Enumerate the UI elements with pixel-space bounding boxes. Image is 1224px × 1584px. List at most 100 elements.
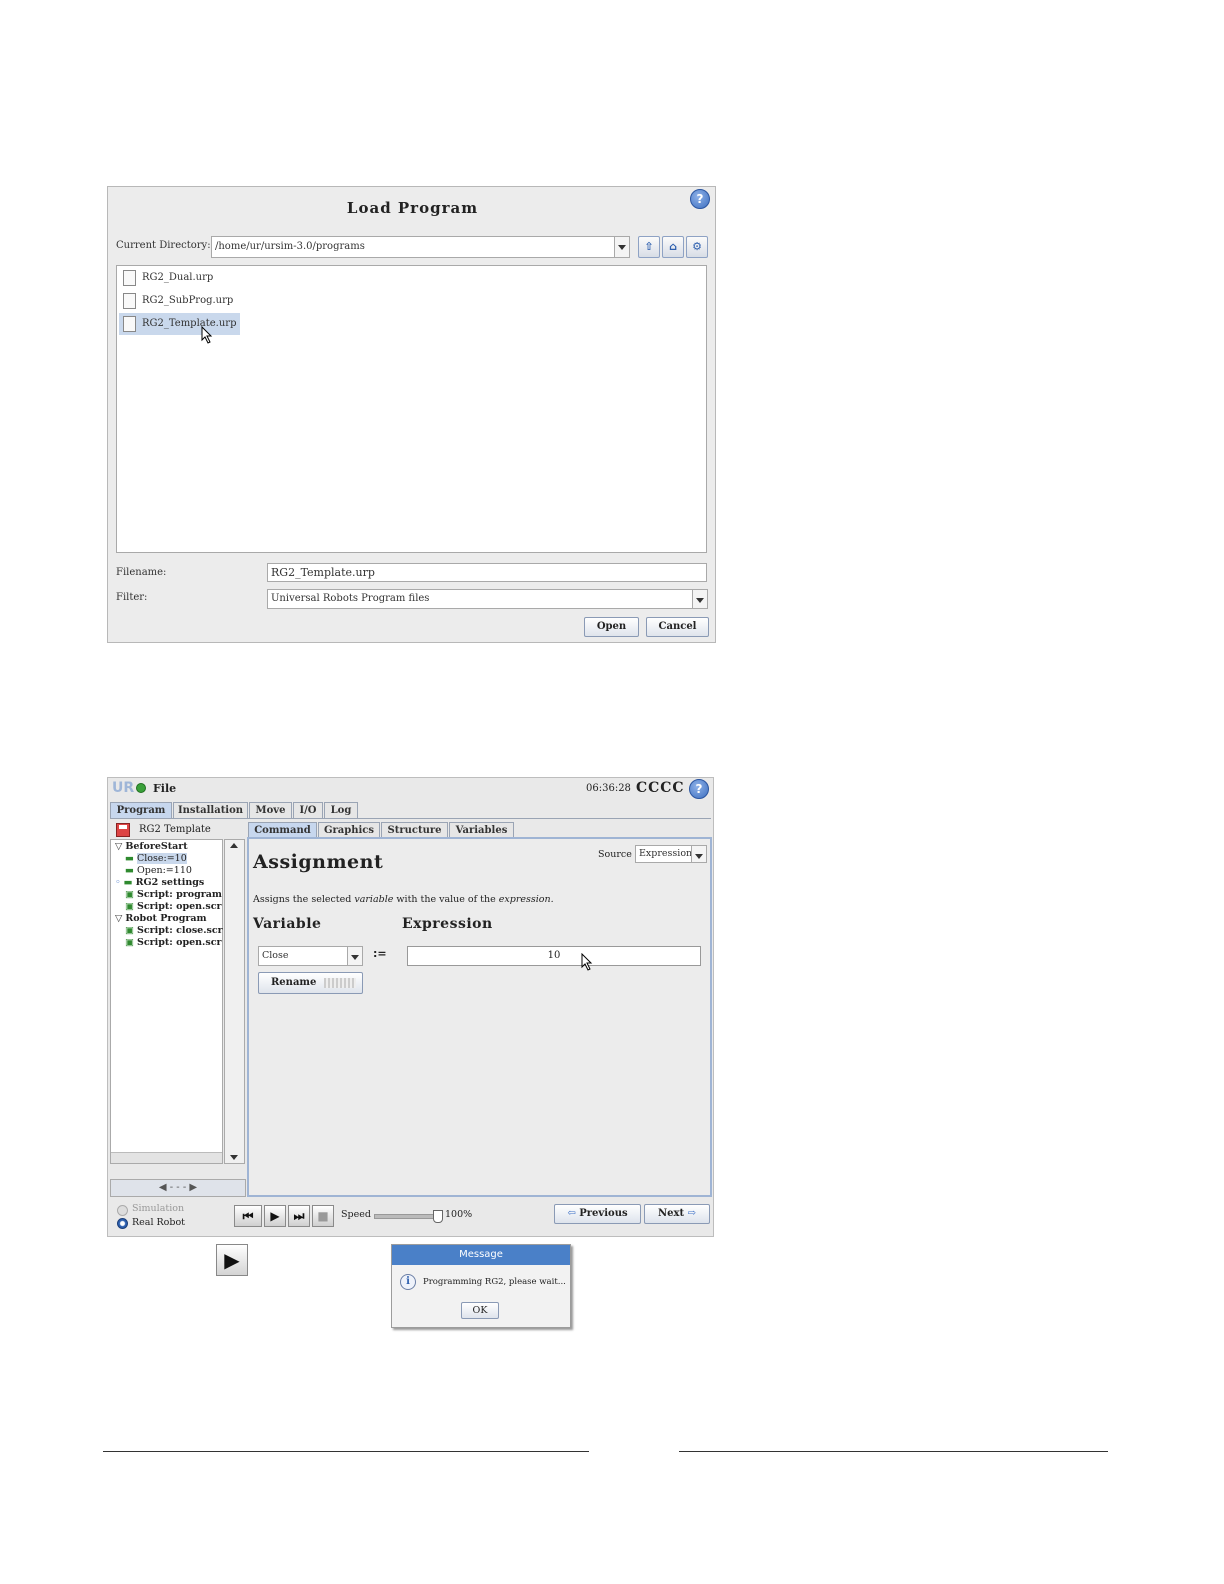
save-icon[interactable] bbox=[116, 823, 130, 837]
filter-label: Filter: bbox=[116, 592, 148, 603]
filename-input[interactable]: RG2_Template.urp bbox=[267, 563, 707, 582]
variable-value: Close bbox=[262, 950, 289, 961]
play-button[interactable]: ▶ bbox=[216, 1244, 248, 1276]
file-item[interactable]: RG2_Dual.urp bbox=[119, 267, 217, 289]
tab-graphics[interactable]: Graphics bbox=[318, 822, 380, 838]
file-item[interactable]: RG2_SubProg.urp bbox=[119, 290, 237, 312]
stop-button[interactable]: ■ bbox=[312, 1205, 334, 1227]
file-name: RG2_Template.urp bbox=[142, 318, 237, 329]
up-arrow-icon: ⇧ bbox=[644, 240, 654, 253]
dialog-title: Load Program bbox=[346, 199, 479, 217]
current-directory-value: /home/ur/ursim-3.0/programs bbox=[215, 241, 365, 252]
real-robot-radio[interactable] bbox=[117, 1218, 128, 1229]
cancel-button[interactable]: Cancel bbox=[646, 617, 709, 637]
help-icon[interactable]: ? bbox=[689, 779, 709, 799]
tree-item-beforestart[interactable]: ▽ BeforeStart bbox=[115, 841, 188, 853]
ok-button[interactable]: OK bbox=[461, 1302, 499, 1319]
file-list[interactable]: RG2_Dual.urp RG2_SubProg.urp RG2_Templat… bbox=[116, 265, 707, 553]
tab-program[interactable]: Program bbox=[110, 802, 172, 818]
file-name: RG2_SubProg.urp bbox=[142, 295, 234, 306]
expression-heading: Expression bbox=[402, 916, 493, 932]
expression-input[interactable]: 10 bbox=[407, 946, 701, 966]
settings-button[interactable]: ⚙ bbox=[686, 236, 708, 258]
tab-variables[interactable]: Variables bbox=[449, 822, 514, 838]
open-button[interactable]: Open bbox=[584, 617, 639, 637]
panel-toggle-button[interactable]: ◀ - - - ▶ bbox=[110, 1179, 246, 1197]
tree-item-rg2-settings[interactable]: ◦ ▬ RG2 settings bbox=[115, 877, 204, 889]
tree-item-script[interactable]: ▣ Script: program bbox=[125, 889, 222, 901]
help-icon[interactable]: ? bbox=[690, 189, 710, 209]
tab-move[interactable]: Move bbox=[249, 802, 292, 818]
chevron-down-icon[interactable] bbox=[347, 947, 362, 965]
filter-value: Universal Robots Program files bbox=[271, 593, 430, 604]
filename-label: Filename: bbox=[116, 567, 167, 578]
file-item-selected[interactable]: RG2_Template.urp bbox=[119, 313, 241, 335]
assignment-heading: Assignment bbox=[253, 851, 384, 873]
tree-item-script[interactable]: ▣ Script: open.scr bbox=[125, 901, 221, 913]
chevron-down-icon[interactable] bbox=[614, 237, 629, 257]
previous-button[interactable]: ⇦ Previous bbox=[554, 1204, 641, 1224]
mouse-cursor-icon bbox=[581, 953, 593, 971]
polyscope-window: UR File 06:36:28 CCCC ? Program Installa… bbox=[107, 777, 714, 1237]
filter-select[interactable]: Universal Robots Program files bbox=[267, 589, 708, 609]
real-robot-label: Real Robot bbox=[132, 1217, 185, 1228]
message-dialog: Message i Programming RG2, please wait..… bbox=[391, 1244, 571, 1328]
scroll-down-icon bbox=[230, 1155, 238, 1160]
tree-item-robot-program[interactable]: ▽ Robot Program bbox=[115, 913, 207, 925]
current-directory-combo[interactable]: /home/ur/ursim-3.0/programs bbox=[211, 236, 630, 258]
vertical-scrollbar[interactable] bbox=[224, 839, 245, 1164]
speed-label: Speed bbox=[341, 1209, 371, 1220]
tree-item-script[interactable]: ▣ Script: open.scr bbox=[125, 937, 221, 949]
message-text: Programming RG2, please wait... bbox=[423, 1277, 566, 1287]
command-panel: Assignment Source Expression Assigns the… bbox=[247, 837, 712, 1197]
tab-io[interactable]: I/O bbox=[293, 802, 323, 818]
tree-item-close-assign[interactable]: ▬ Close:=10 bbox=[125, 853, 187, 865]
divider-line bbox=[679, 1451, 1108, 1452]
speed-slider[interactable] bbox=[374, 1210, 443, 1223]
source-value: Expression bbox=[639, 848, 693, 859]
keyboard-icon bbox=[323, 977, 356, 988]
load-program-dialog: Load Program ? Current Directory: /home/… bbox=[107, 186, 716, 643]
simulation-radio[interactable] bbox=[117, 1205, 128, 1216]
tab-installation[interactable]: Installation bbox=[173, 802, 248, 818]
play-button[interactable]: ▶ bbox=[264, 1205, 286, 1227]
tab-divider bbox=[110, 818, 711, 819]
tab-structure[interactable]: Structure bbox=[381, 822, 448, 838]
speed-slider-thumb[interactable] bbox=[433, 1210, 443, 1223]
next-button[interactable]: Next ⇨ bbox=[644, 1204, 710, 1224]
horizontal-scrollbar[interactable] bbox=[111, 1152, 222, 1163]
arrow-right-icon: ⇨ bbox=[687, 1208, 696, 1219]
tab-log[interactable]: Log bbox=[324, 802, 358, 818]
step-button[interactable]: ⏭ bbox=[288, 1205, 310, 1227]
file-name: RG2_Dual.urp bbox=[142, 272, 214, 283]
status-led-icon bbox=[136, 783, 146, 793]
gear-icon: ⚙ bbox=[692, 240, 702, 253]
variable-select[interactable]: Close bbox=[258, 946, 363, 966]
current-directory-label: Current Directory: bbox=[116, 240, 211, 251]
mouse-cursor-icon bbox=[201, 326, 213, 344]
rewind-button[interactable]: ⏮ bbox=[234, 1205, 262, 1227]
chevron-down-icon[interactable] bbox=[692, 590, 707, 608]
variable-heading: Variable bbox=[253, 916, 322, 932]
simulation-label: Simulation bbox=[132, 1203, 185, 1214]
assignment-description: Assigns the selected variable with the v… bbox=[253, 894, 554, 905]
file-menu[interactable]: File bbox=[153, 782, 176, 795]
program-tree[interactable]: ▽ BeforeStart ▬ Close:=10 ▬ Open:=110 ◦ … bbox=[110, 839, 223, 1164]
robot-name: CCCC bbox=[636, 780, 685, 796]
up-directory-button[interactable]: ⇧ bbox=[638, 236, 660, 258]
divider-line bbox=[103, 1451, 589, 1452]
rename-button[interactable]: Rename bbox=[258, 972, 363, 994]
home-directory-button[interactable]: ⌂ bbox=[662, 236, 684, 258]
source-select[interactable]: Expression bbox=[635, 845, 707, 863]
tab-command[interactable]: Command bbox=[248, 822, 317, 838]
assign-symbol: := bbox=[373, 947, 387, 960]
tree-item-open-assign[interactable]: ▬ Open:=110 bbox=[125, 865, 192, 877]
dialog-title: Message bbox=[392, 1245, 570, 1265]
speed-value: 100% bbox=[445, 1209, 473, 1220]
file-icon bbox=[123, 315, 136, 332]
chevron-down-icon[interactable] bbox=[691, 846, 706, 862]
clock: 06:36:28 bbox=[586, 783, 631, 794]
file-icon bbox=[123, 269, 136, 286]
tree-item-script[interactable]: ▣ Script: close.scr bbox=[125, 925, 223, 937]
ur-logo: UR bbox=[112, 780, 135, 796]
